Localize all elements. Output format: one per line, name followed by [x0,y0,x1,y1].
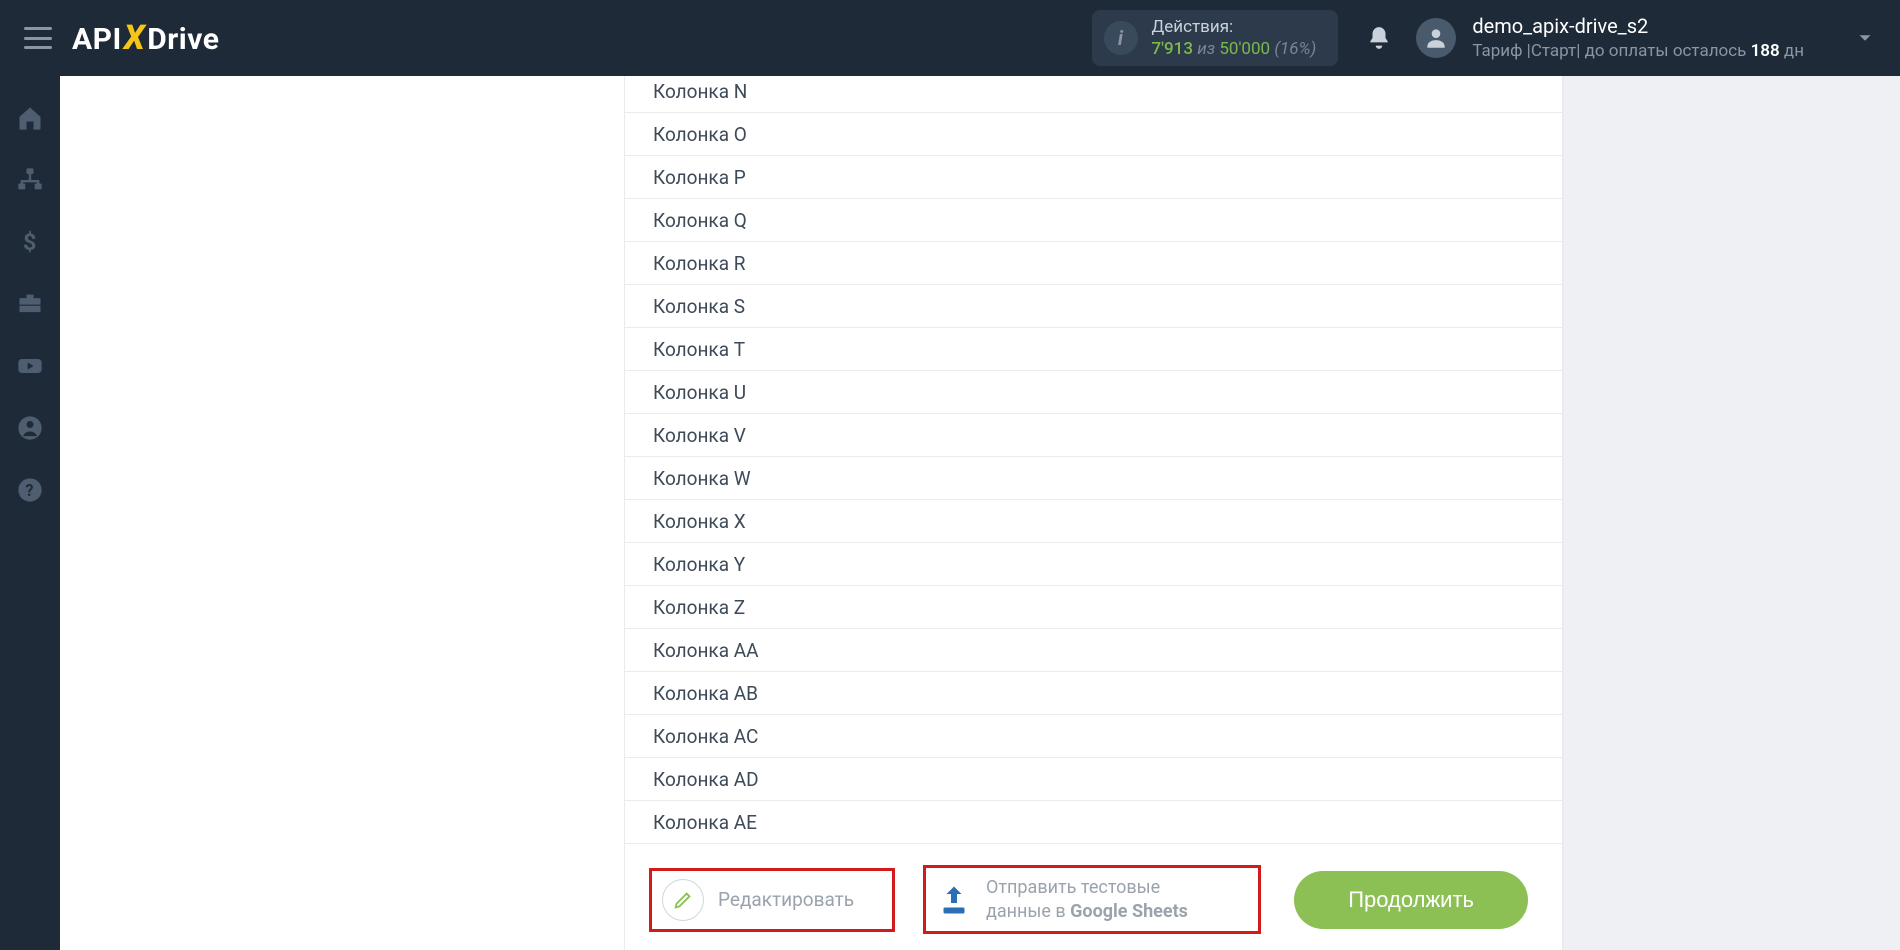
list-item[interactable]: Колонка R [625,242,1562,285]
list-item[interactable]: Колонка Y [625,543,1562,586]
list-item[interactable]: Колонка AD [625,758,1562,801]
list-item[interactable]: Колонка N [625,76,1562,113]
panel-right: Колонка NКолонка OКолонка PКолонка QКоло… [625,76,1562,950]
actions-label: Действия: [1152,16,1317,38]
topbar: API X Drive i Действия: 7'913 из 50'000 … [0,0,1900,76]
logo-x: X [124,18,146,58]
info-icon: i [1104,21,1138,55]
chevron-down-icon[interactable] [1854,27,1876,49]
content: Колонка NКолонка OКолонка PКолонка QКоло… [60,76,1900,950]
hamburger-menu-button[interactable] [24,27,52,49]
user-icon[interactable] [16,414,44,442]
edit-label: Редактировать [718,888,854,911]
user-name: demo_apix-drive_s2 [1472,12,1804,40]
logo-drive: Drive [147,22,219,57]
list-item[interactable]: Колонка AA [625,629,1562,672]
logo-api: API [72,22,122,57]
list-item[interactable]: Колонка T [625,328,1562,371]
actions-of-word: из [1197,39,1215,59]
home-icon[interactable] [16,104,44,132]
list-item[interactable]: Колонка Z [625,586,1562,629]
list-item[interactable]: Колонка S [625,285,1562,328]
list-item[interactable]: Колонка P [625,156,1562,199]
send-test-data-button[interactable]: Отправить тестовые данные в Google Sheet… [923,865,1261,934]
list-item[interactable]: Колонка U [625,371,1562,414]
actions-max: 50'000 [1219,39,1270,59]
user-block[interactable]: demo_apix-drive_s2 Тариф |Старт| до опла… [1472,12,1804,64]
dollar-icon[interactable]: $ [16,228,44,256]
list-item[interactable]: Колонка AB [625,672,1562,715]
briefcase-icon[interactable] [16,290,44,318]
connections-icon[interactable] [16,166,44,194]
user-tariff: Тариф |Старт| до оплаты осталось 188 дн [1472,40,1804,64]
layout: $ ? Колонка NКолонка OКолонка PКолонка Q… [0,76,1900,950]
list-item[interactable]: Колонка AE [625,801,1562,844]
list-item[interactable]: Колонка AC [625,715,1562,758]
edit-button[interactable]: Редактировать [649,868,895,932]
list-item[interactable]: Колонка AF [625,844,1562,851]
mapping-panel: Колонка NКолонка OКолонка PКолонка QКоло… [60,76,1562,950]
list-item[interactable]: Колонка X [625,500,1562,543]
logo[interactable]: API X Drive [72,18,219,58]
youtube-icon[interactable] [16,352,44,380]
list-item[interactable]: Колонка W [625,457,1562,500]
pencil-icon [662,879,704,921]
upload-icon [936,882,972,918]
list-item[interactable]: Колонка O [625,113,1562,156]
actions-counter-chip[interactable]: i Действия: 7'913 из 50'000 (16%) [1092,10,1339,66]
column-list: Колонка NКолонка OКолонка PКолонка QКоло… [625,76,1562,851]
actions-current: 7'913 [1152,39,1194,59]
continue-button[interactable]: Продолжить [1294,871,1528,929]
actions-percent: (16%) [1274,39,1316,59]
svg-text:$: $ [23,228,36,256]
panel-left-empty [60,76,625,950]
avatar[interactable] [1416,18,1456,58]
footer-actions: Редактировать Отправить тестовые данные … [625,851,1562,950]
send-label: Отправить тестовые данные в Google Sheet… [986,876,1188,923]
svg-text:?: ? [25,481,33,500]
bell-icon[interactable] [1366,25,1392,51]
list-item[interactable]: Колонка Q [625,199,1562,242]
actions-counter-text: Действия: 7'913 из 50'000 (16%) [1152,16,1317,60]
list-item[interactable]: Колонка V [625,414,1562,457]
help-icon[interactable]: ? [16,476,44,504]
sidebar: $ ? [0,76,60,950]
